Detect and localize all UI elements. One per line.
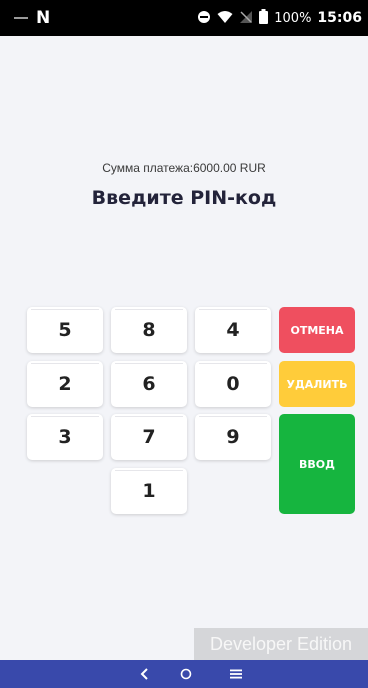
key-4[interactable]: 4 (195, 307, 271, 353)
wifi-icon (217, 9, 233, 28)
status-bar: N 100% 15:06 (0, 0, 368, 36)
key-3[interactable]: 3 (27, 414, 103, 460)
cancel-button[interactable]: ОТМЕНА (279, 307, 355, 353)
key-7[interactable]: 7 (111, 414, 187, 460)
status-bar-left: N (14, 0, 50, 36)
n-icon: N (36, 8, 51, 28)
battery-percent: 100% (274, 10, 312, 26)
menu-button[interactable] (218, 660, 254, 688)
do-not-disturb-icon (197, 9, 211, 28)
status-bar-right: 100% 15:06 (197, 0, 362, 36)
key-1[interactable]: 1 (111, 468, 187, 514)
key-6[interactable]: 6 (111, 361, 187, 407)
page-title: Введите PIN-код (91, 187, 277, 209)
menu-icon (230, 669, 242, 679)
key-0[interactable]: 0 (195, 361, 271, 407)
battery-icon (259, 8, 269, 28)
back-chevron-icon (140, 668, 148, 680)
delete-button[interactable]: УДАЛИТЬ (279, 361, 355, 407)
home-button[interactable] (168, 660, 204, 688)
navigation-bar (0, 660, 368, 688)
no-signal-icon (239, 9, 253, 28)
developer-edition-watermark: Developer Edition (194, 628, 368, 660)
home-circle-icon (180, 668, 192, 680)
enter-button[interactable]: ВВОД (279, 414, 355, 514)
back-button[interactable] (127, 660, 163, 688)
payment-amount: Сумма платежа:6000.00 RUR (102, 161, 266, 175)
key-2[interactable]: 2 (27, 361, 103, 407)
key-8[interactable]: 8 (111, 307, 187, 353)
key-5[interactable]: 5 (27, 307, 103, 353)
key-9[interactable]: 9 (195, 414, 271, 460)
clock: 15:06 (317, 10, 362, 26)
signal-dash-icon (14, 17, 28, 19)
